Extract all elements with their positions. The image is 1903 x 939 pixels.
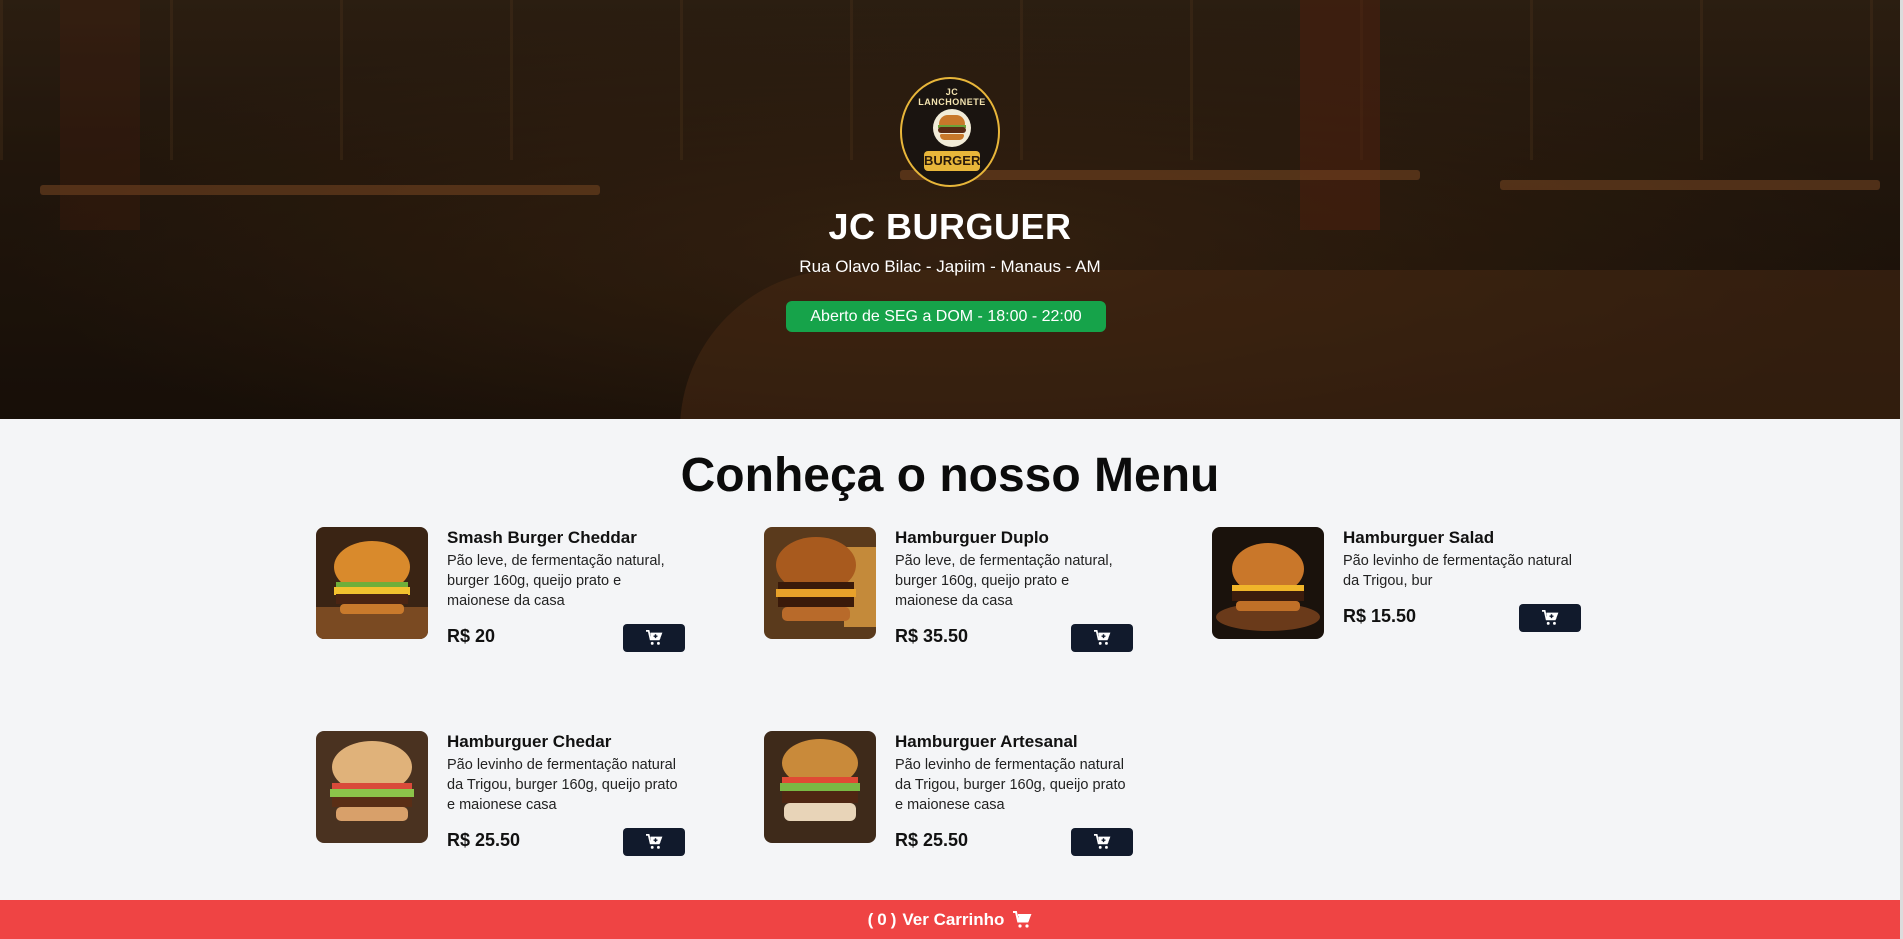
menu-item-price: R$ 20 [447,626,496,646]
menu-item-name: Hamburguer Chedar [447,732,612,751]
cart-count: 0 [877,909,887,929]
menu-item-photo [1212,527,1324,639]
logo-ring-text: JC LANCHONETE [918,87,986,107]
menu-item-photo [316,527,428,639]
menu-item-price: R$ 25.50 [447,830,521,850]
menu-item: Hamburguer Duplo Pão leve, de fermentaçã… [764,527,1144,677]
cart-plus-icon [646,630,663,645]
burger-icon [933,109,971,147]
menu-item: Smash Burger Cheddar Pão leve, de fermen… [316,527,696,677]
view-cart-label: Ver Carrinho [902,909,1005,929]
cart-count-open-paren: ( [867,909,874,929]
menu-item-description: Pão leve, de fermentação natural, burger… [895,553,1113,609]
cart-plus-icon [1094,834,1111,849]
menu-item: Hamburguer Chedar Pão levinho de ferment… [316,731,696,881]
menu-item-price: R$ 35.50 [895,626,969,646]
store-logo: JC LANCHONETE BURGER [900,77,1000,187]
cart-plus-icon [646,834,663,849]
cart-plus-icon [1542,610,1559,625]
menu-item-photo [316,731,428,843]
add-to-cart-button[interactable] [623,624,685,652]
add-to-cart-button[interactable] [623,828,685,856]
menu-item-photo [764,731,876,843]
cart-icon [1013,910,1032,928]
cart-plus-icon [1094,630,1111,645]
menu-item: Hamburguer Salad Pão levinho de fermenta… [1212,527,1592,677]
store-address: Rua Olavo Bilac - Japiim - Manaus - AM [799,257,1101,276]
menu-item-description: Pão levinho de fermentação natural da Tr… [895,757,1126,813]
view-cart-button[interactable]: ( 0 ) Ver Carrinho [0,900,1900,939]
menu-item-photo [764,527,876,639]
opening-hours-badge: Aberto de SEG a DOM - 18:00 - 22:00 [786,301,1106,332]
menu-item-description: Pão levinho de fermentação natural da Tr… [1343,553,1572,589]
hero-content: JC LANCHONETE BURGER JC BURGUER Rua Olav… [0,0,1900,419]
add-to-cart-button[interactable] [1071,624,1133,652]
menu-item-description: Pão levinho de fermentação natural da Tr… [447,757,678,813]
menu-item-name: Smash Burger Cheddar [447,528,637,547]
logo-banner-text: BURGER [924,151,980,171]
cart-count-close-paren: ) [890,909,897,929]
hero-banner: JC LANCHONETE BURGER JC BURGUER Rua Olav… [0,0,1900,419]
menu-item-name: Hamburguer Artesanal [895,732,1078,751]
store-name: JC BURGUER [828,206,1072,247]
menu-item-price: R$ 15.50 [1343,606,1417,626]
menu-item-name: Hamburguer Duplo [895,528,1049,547]
add-to-cart-button[interactable] [1071,828,1133,856]
menu-item-description: Pão leve, de fermentação natural, burger… [447,553,665,609]
menu-item-price: R$ 25.50 [895,830,969,850]
menu-item-name: Hamburguer Salad [1343,528,1495,547]
add-to-cart-button[interactable] [1519,604,1581,632]
menu-title: Conheça o nosso Menu [680,449,1220,502]
menu-item: Hamburguer Artesanal Pão levinho de ferm… [764,731,1144,881]
